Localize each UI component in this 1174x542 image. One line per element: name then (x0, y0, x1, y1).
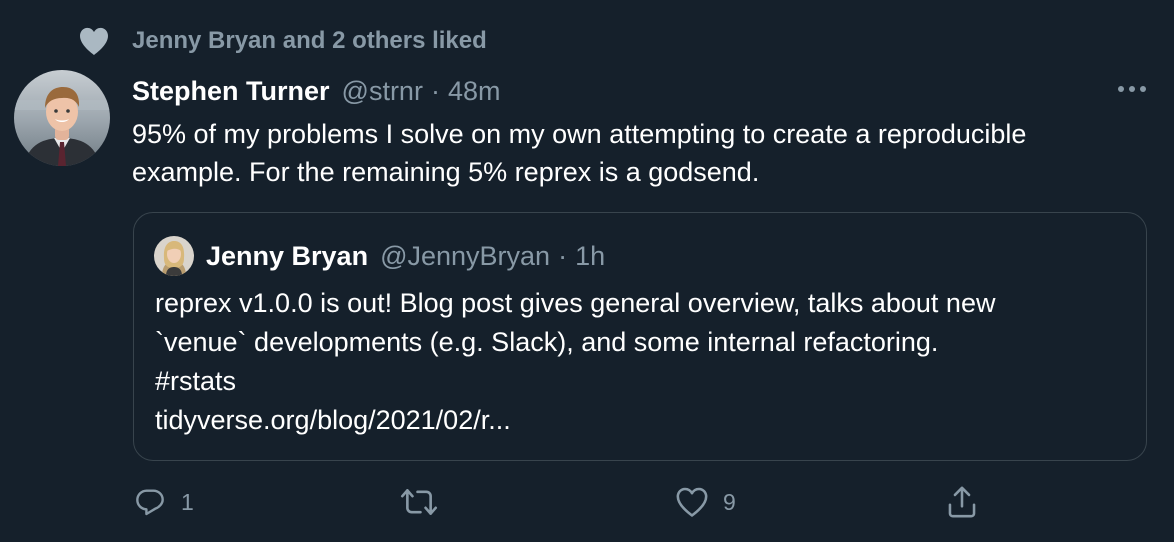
quoted-separator-dot: · (558, 240, 568, 271)
quoted-tweet-header: Jenny Bryan @JennyBryan · 1h (154, 235, 605, 277)
reply-count: 1 (181, 488, 194, 515)
tweet-timestamp[interactable]: 48m (448, 76, 501, 107)
blog-link[interactable]: tidyverse.org/blog/2021/02/r... (155, 401, 1145, 440)
quoted-tweet-text: reprex v1.0.0 is out! Blog post gives ge… (155, 284, 1145, 440)
quoted-tweet-card[interactable]: Jenny Bryan @JennyBryan · 1h reprex v1.0… (133, 212, 1147, 461)
like-button[interactable]: 9 (675, 480, 736, 524)
quoted-author-handle[interactable]: @JennyBryan (380, 241, 550, 272)
retweet-icon (400, 486, 438, 518)
quoted-author-name[interactable]: Jenny Bryan (206, 241, 368, 272)
quoted-text-line: reprex v1.0.0 is out! Blog post gives ge… (155, 288, 996, 318)
reply-button[interactable]: 1 (133, 480, 194, 524)
more-options-button[interactable] (1110, 72, 1154, 106)
social-context: Jenny Bryan and 2 others liked (78, 24, 487, 58)
share-icon (946, 485, 978, 519)
quoted-text-line: `venue` developments (e.g. Slack), and s… (155, 327, 939, 357)
author-avatar[interactable] (14, 70, 110, 166)
heart-icon (78, 26, 110, 56)
social-context-label[interactable]: Jenny Bryan and 2 others liked (132, 27, 487, 55)
quoted-tweet-timestamp[interactable]: 1h (575, 241, 605, 272)
hashtag-link[interactable]: #rstats (155, 362, 1145, 401)
quoted-author-avatar (154, 236, 194, 276)
like-count: 9 (723, 488, 736, 515)
retweet-button[interactable] (400, 480, 452, 524)
tweet-page: Jenny Bryan and 2 others liked Stephen T… (0, 0, 1174, 542)
author-name[interactable]: Stephen Turner (132, 76, 330, 107)
share-button[interactable] (946, 480, 978, 524)
heart-outline-icon (675, 486, 709, 518)
action-bar: 1 9 (0, 480, 1174, 524)
reply-icon (133, 486, 167, 518)
more-icon (1117, 80, 1147, 98)
tweet-text: 95% of my problems I solve on my own att… (132, 119, 1027, 187)
separator-dot: · (430, 75, 440, 106)
tweet-header: Stephen Turner @strnr · 48m (132, 72, 500, 110)
author-handle[interactable]: @strnr (342, 76, 423, 107)
